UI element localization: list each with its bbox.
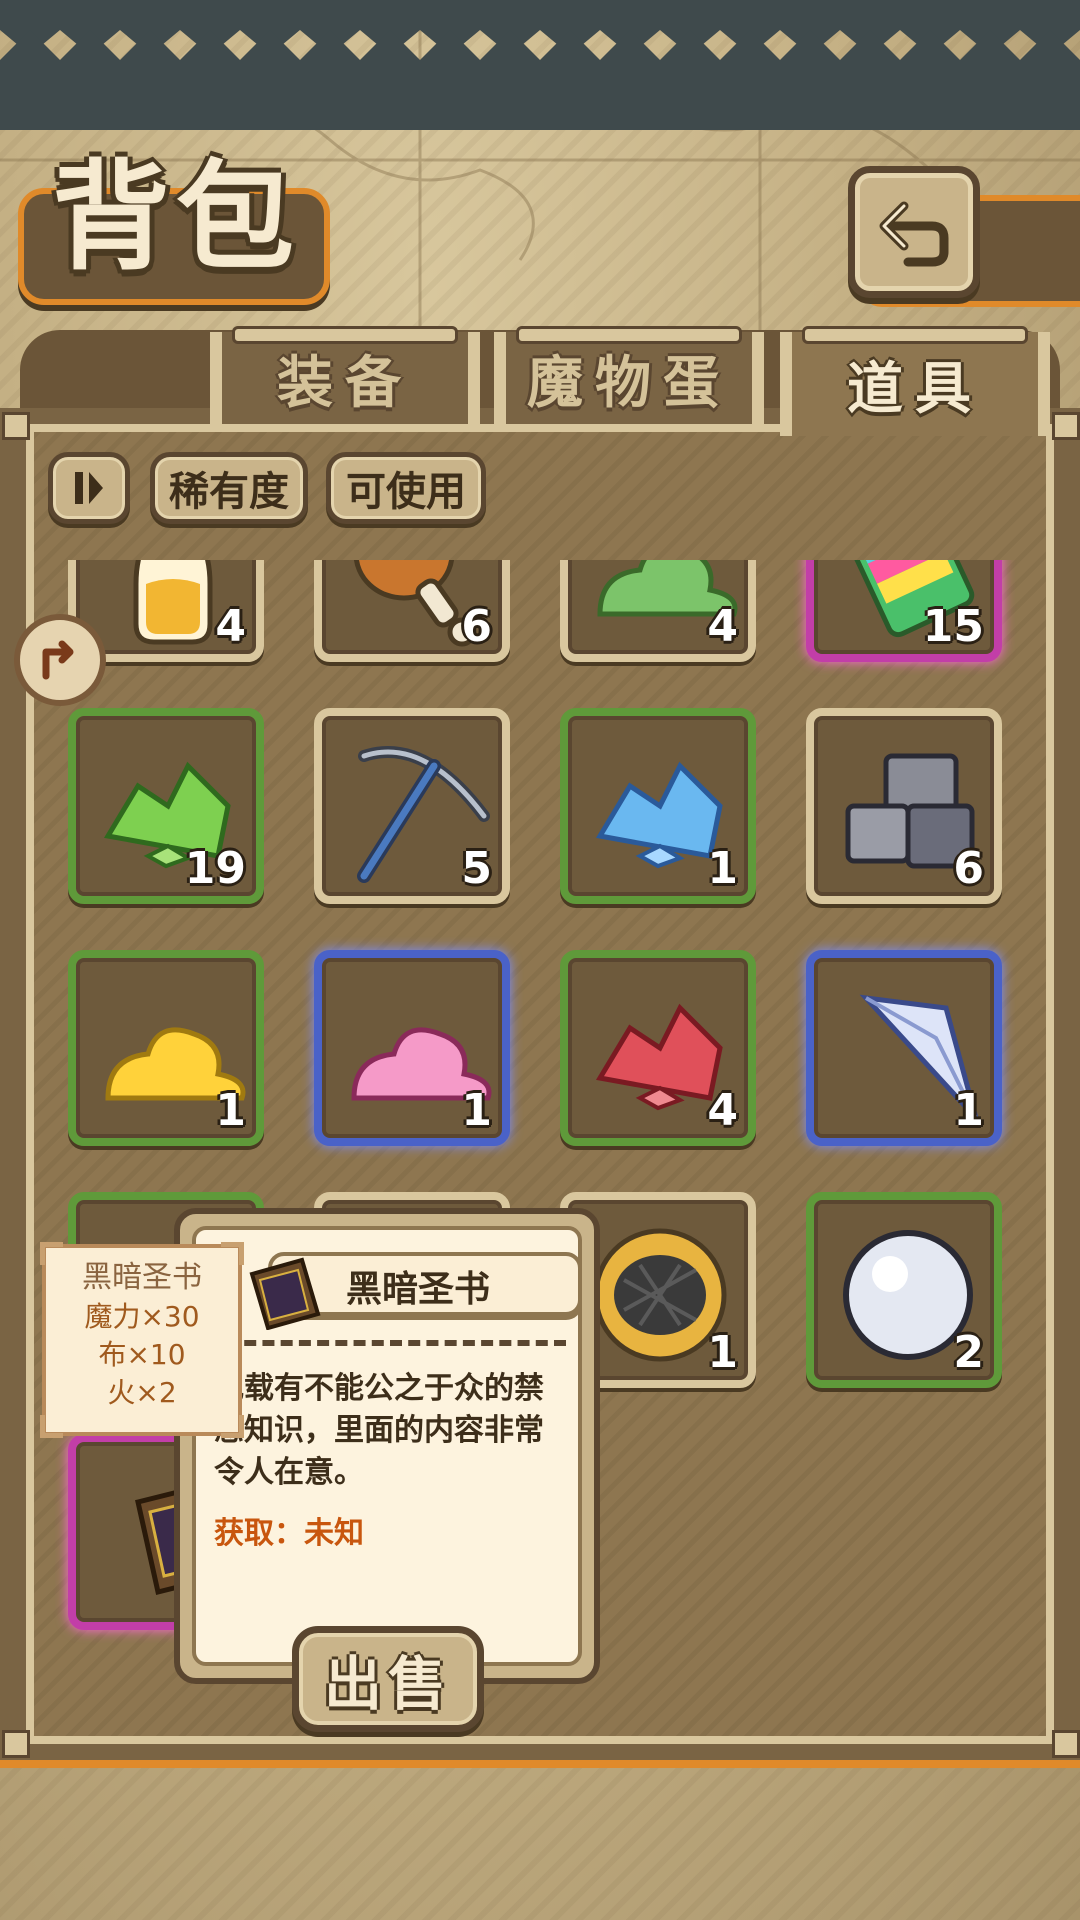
sell-label: 出售	[323, 1650, 452, 1718]
item-slot[interactable]: 5	[314, 708, 510, 904]
panel-corner	[1052, 1730, 1080, 1758]
recipe-item-name: 黑暗圣书	[82, 1260, 202, 1295]
item-slot[interactable]: 2	[806, 1192, 1002, 1388]
item-description: 记载有不能公之于众的禁忌知识，里面的内容非常令人在意。	[214, 1371, 544, 1490]
item-quantity: 5	[461, 843, 492, 894]
panel-corner	[2, 1730, 30, 1758]
item-quantity: 6	[461, 601, 492, 652]
pause-sort-icon	[75, 472, 103, 504]
item-slot[interactable]: 1	[314, 950, 510, 1146]
sort-toggle-button[interactable]	[48, 452, 130, 524]
item-detail-body: 黑暗圣书 记载有不能公之于众的禁忌知识，里面的内容非常令人在意。 获取：未知	[192, 1226, 582, 1666]
tab-equipment[interactable]: 装备	[210, 326, 480, 424]
item-slot[interactable]: 4	[560, 950, 756, 1146]
item-quantity: 6	[953, 843, 984, 894]
item-quantity: 4	[707, 1085, 738, 1136]
item-slot[interactable]: 1	[560, 708, 756, 904]
item-slot[interactable]: 4	[560, 560, 756, 662]
tab-label: 道具	[847, 356, 983, 422]
tab-label: 魔物蛋	[527, 350, 731, 416]
item-slot[interactable]: 1	[68, 950, 264, 1146]
tab-items[interactable]: 道具	[780, 326, 1050, 436]
item-slot[interactable]: 19	[68, 708, 264, 904]
page-title: 背包	[52, 147, 301, 286]
item-quantity: 1	[707, 1327, 738, 1378]
recipe-ingredient: 火×2	[107, 1376, 177, 1409]
dark-book-icon	[249, 1257, 321, 1330]
item-name: 黑暗圣书	[346, 1269, 491, 1310]
recipe-ingredient: 布×10	[98, 1338, 186, 1371]
recipe-ingredient: 魔力×30	[84, 1300, 200, 1333]
note-corner	[221, 1415, 244, 1438]
item-quantity: 19	[184, 843, 246, 894]
item-quantity: 1	[461, 1085, 492, 1136]
tab-monster-eggs[interactable]: 魔物蛋	[494, 326, 764, 424]
item-quantity: 1	[953, 1085, 984, 1136]
back-arrow-icon	[879, 201, 949, 267]
sell-button[interactable]: 出售	[292, 1626, 484, 1732]
arrow-return-icon	[42, 640, 74, 680]
item-obtain-source: 获取：未知	[214, 1516, 364, 1551]
item-quantity: 4	[215, 601, 246, 652]
item-slot[interactable]: 1	[806, 950, 1002, 1146]
item-quantity: 15	[922, 601, 984, 652]
item-slot[interactable]: 6	[314, 560, 510, 662]
tab-label: 装备	[277, 350, 413, 416]
note-corner	[221, 1242, 244, 1265]
collapse-side-button[interactable]	[14, 614, 106, 706]
item-quantity: 1	[707, 843, 738, 894]
back-button[interactable]	[848, 166, 980, 298]
item-quantity: 4	[707, 601, 738, 652]
panel-corner	[1052, 412, 1080, 440]
panel-corner	[2, 412, 30, 440]
note-corner	[40, 1242, 63, 1265]
zigzag-bottom-border	[0, 30, 1080, 130]
note-corner	[40, 1415, 63, 1438]
rarity-filter-button[interactable]: 稀有度	[150, 452, 308, 524]
usable-filter-button[interactable]: 可使用	[326, 452, 486, 524]
item-slot[interactable]: 15	[806, 560, 1002, 662]
item-quantity: 2	[953, 1327, 984, 1378]
divider	[226, 1340, 566, 1346]
item-slot[interactable]: 6	[806, 708, 1002, 904]
item-quantity: 1	[215, 1085, 246, 1136]
recipe-note: 黑暗圣书 魔力×30 布×10 火×2	[40, 1242, 244, 1438]
